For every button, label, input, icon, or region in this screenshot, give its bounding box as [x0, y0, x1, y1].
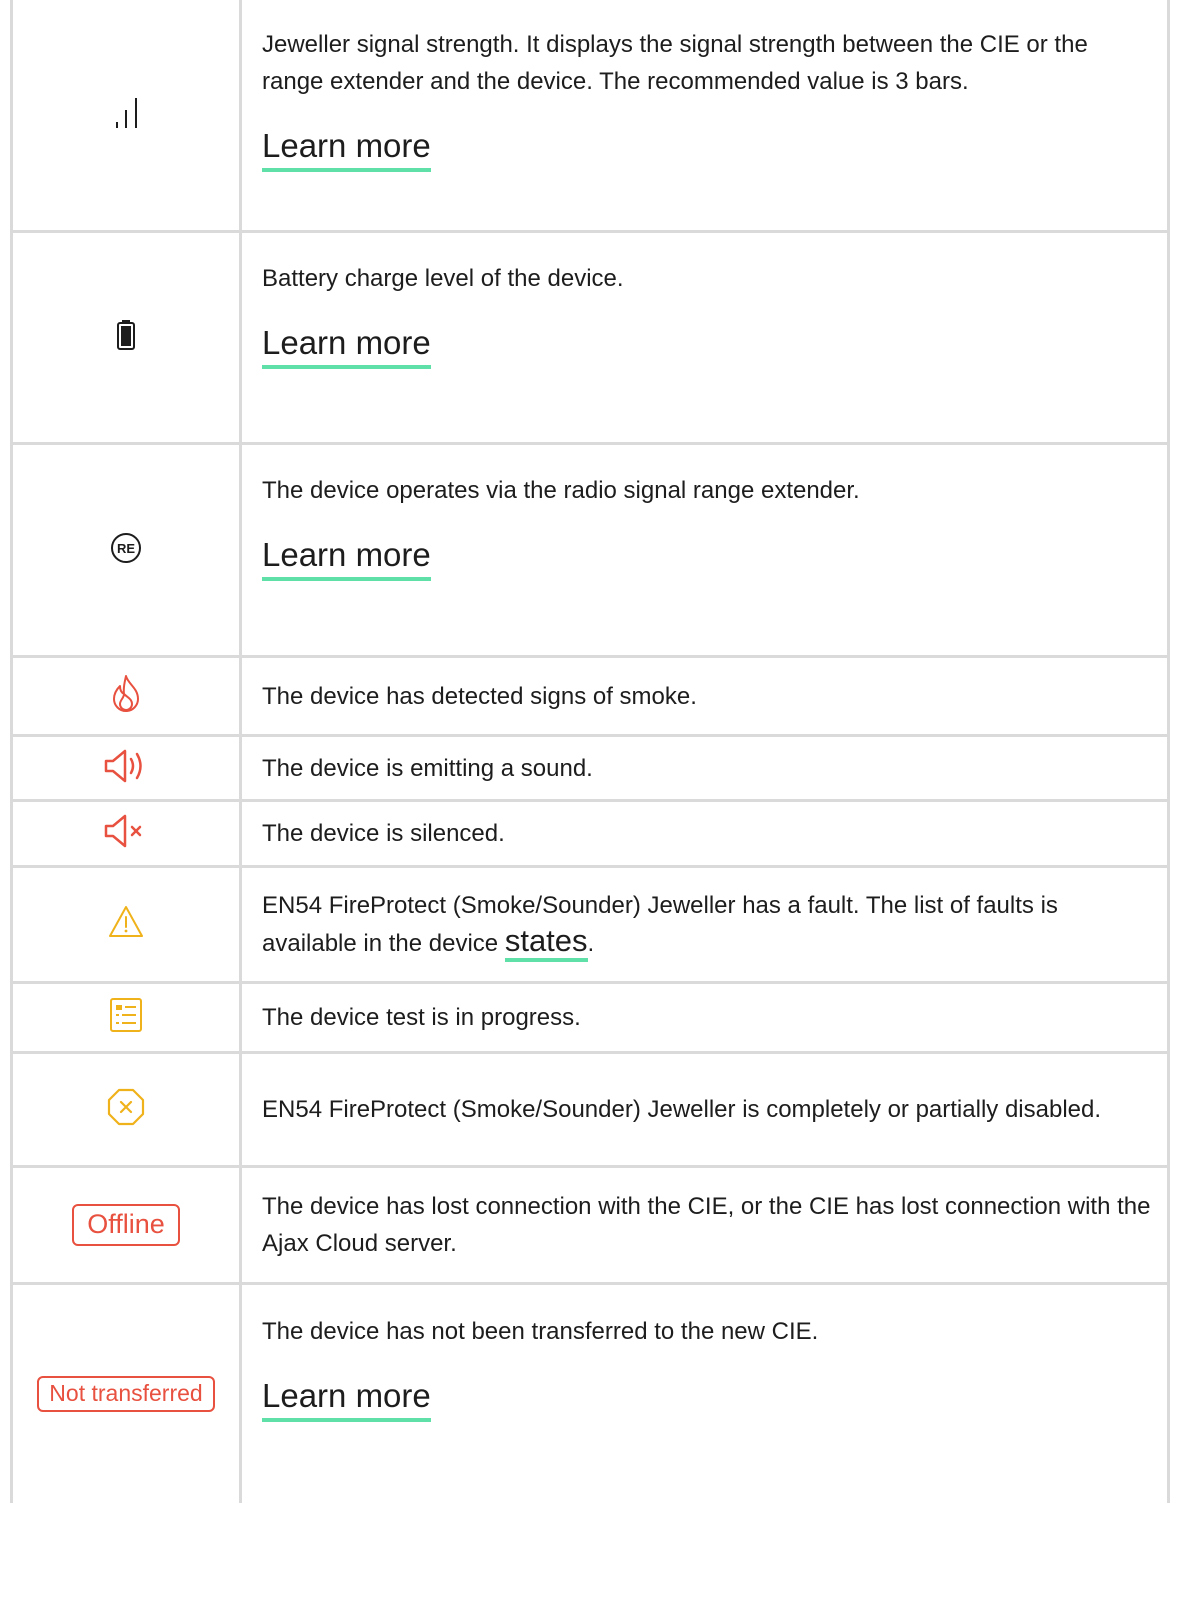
table-row-not-transferred: Not transferred The device has not been …	[13, 1285, 1167, 1503]
text-cell: The device operates via the radio signal…	[242, 445, 1167, 655]
table-row-offline: Offline The device has lost connection w…	[13, 1168, 1167, 1285]
text-cell: Battery charge level of the device. Lear…	[242, 233, 1167, 442]
range-extender-icon: RE	[110, 532, 142, 569]
row-description: EN54 FireProtect (Smoke/Sounder) Jewelle…	[262, 1096, 1102, 1123]
warning-triangle-icon	[108, 905, 144, 944]
svg-text:RE: RE	[117, 541, 135, 556]
row-description: The device is emitting a sound.	[262, 754, 593, 782]
states-link[interactable]: states	[504, 924, 588, 962]
table-row-smoke: The device has detected signs of smoke.	[13, 658, 1167, 737]
text-cell: The device has lost connection with the …	[242, 1168, 1167, 1282]
icon-cell	[13, 984, 242, 1051]
text-cell: The device test is in progress.	[242, 984, 1167, 1051]
signal-strength-icon	[109, 96, 143, 135]
text-cell: Jeweller signal strength. It displays th…	[242, 0, 1167, 230]
icon-cell: Not transferred	[13, 1285, 242, 1503]
text-cell: EN54 FireProtect (Smoke/Sounder) Jewelle…	[242, 1054, 1167, 1165]
icon-cell	[13, 868, 242, 981]
table-row-battery: Battery charge level of the device. Lear…	[13, 233, 1167, 445]
device-test-icon	[109, 997, 143, 1038]
row-description: The device test is in progress.	[262, 1004, 581, 1031]
row-description: Jeweller signal strength. It displays th…	[262, 31, 1088, 95]
learn-more-link[interactable]: Learn more	[262, 1374, 431, 1422]
row-description: EN54 FireProtect (Smoke/Sounder) Jewelle…	[262, 887, 1151, 962]
fault-text-end: .	[587, 930, 595, 957]
disabled-octagon-icon	[106, 1087, 146, 1132]
table-row-sound: The device is emitting a sound.	[13, 737, 1167, 802]
icon-cell: RE	[13, 445, 242, 655]
learn-more-link[interactable]: Learn more	[262, 533, 431, 581]
icon-cell	[13, 1054, 242, 1165]
icon-cell: Offline	[13, 1168, 242, 1282]
speaker-sound-icon	[103, 748, 149, 789]
text-cell: The device is silenced.	[242, 802, 1167, 865]
icon-cell	[13, 802, 242, 865]
row-description: The device operates via the radio signal…	[262, 477, 860, 504]
text-cell: The device is emitting a sound.	[242, 737, 1167, 799]
table-row-disabled: EN54 FireProtect (Smoke/Sounder) Jewelle…	[13, 1054, 1167, 1168]
icon-cell	[13, 233, 242, 442]
table-row-fault: EN54 FireProtect (Smoke/Sounder) Jewelle…	[13, 868, 1167, 984]
row-description: Battery charge level of the device.	[262, 265, 624, 292]
learn-more-link[interactable]: Learn more	[262, 124, 431, 172]
row-description: The device has not been transferred to t…	[262, 1318, 819, 1345]
icon-cell	[13, 0, 242, 230]
text-cell: The device has detected signs of smoke.	[242, 658, 1167, 734]
text-cell: EN54 FireProtect (Smoke/Sounder) Jewelle…	[242, 868, 1167, 981]
fault-text: EN54 FireProtect (Smoke/Sounder) Jewelle…	[262, 892, 1058, 957]
battery-icon	[117, 320, 135, 355]
table-row-range-extender: RE The device operates via the radio sig…	[13, 445, 1167, 658]
icon-cell	[13, 658, 242, 734]
not-transferred-badge: Not transferred	[37, 1376, 215, 1412]
fire-icon	[108, 674, 144, 719]
offline-badge: Offline	[72, 1204, 180, 1246]
row-description: The device is silenced.	[262, 820, 505, 847]
learn-more-link[interactable]: Learn more	[262, 321, 431, 369]
table-row-signal: Jeweller signal strength. It displays th…	[13, 0, 1167, 233]
table-row-silenced: The device is silenced.	[13, 802, 1167, 868]
device-icons-table: Jeweller signal strength. It displays th…	[10, 0, 1170, 1503]
icon-cell	[13, 737, 242, 799]
speaker-muted-icon	[103, 813, 149, 854]
row-description: The device has lost connection with the …	[262, 1193, 1151, 1257]
table-row-test: The device test is in progress.	[13, 984, 1167, 1054]
text-cell: The device has not been transferred to t…	[242, 1285, 1167, 1503]
row-description: The device has detected signs of smoke.	[262, 682, 697, 710]
